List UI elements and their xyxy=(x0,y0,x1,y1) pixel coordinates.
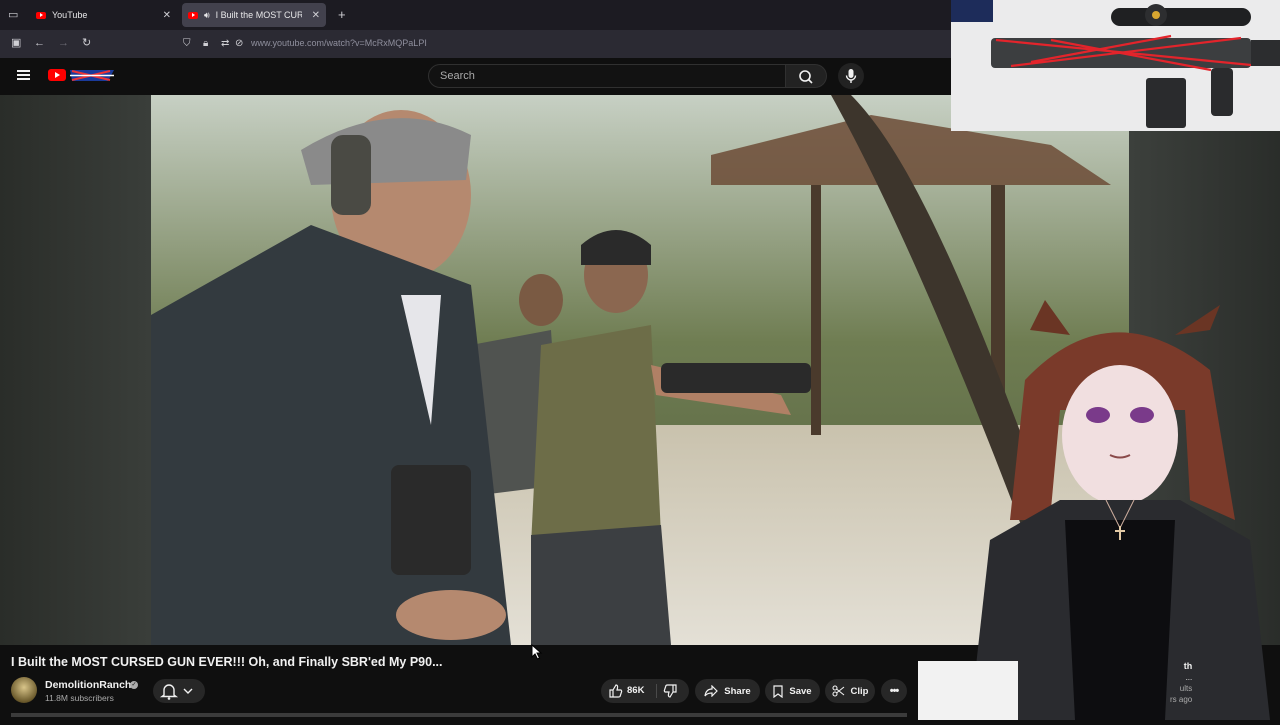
reload-icon[interactable]: ↻ xyxy=(82,38,91,49)
recommended-title-ellipsis: ... xyxy=(1185,673,1193,682)
clip-icon xyxy=(831,685,844,697)
browser-nav-bar: ▣ ← → ↻ ⛉ 🔒︎ ⇄ ⊘ xyxy=(0,30,951,58)
lock-icon[interactable]: 🔒︎ xyxy=(203,38,208,49)
search-input[interactable]: Search xyxy=(428,64,786,88)
save-button[interactable]: Save xyxy=(765,679,820,703)
video-title: I Built the MOST CURSED GUN EVER!!! Oh, … xyxy=(11,655,443,669)
clip-button[interactable]: Clip xyxy=(825,679,875,703)
tab-label: I Built the MOST CURSED G xyxy=(215,10,302,20)
more-actions-button[interactable]: ••• xyxy=(881,679,907,703)
like-dislike-group: 86K xyxy=(601,679,689,703)
verified-icon: ✓ xyxy=(130,681,138,689)
tab-label: YouTube xyxy=(52,10,88,20)
tab-video[interactable]: 🔊︎ I Built the MOST CURSED G ✕ xyxy=(182,3,326,27)
recommended-title-fragment: th xyxy=(1183,661,1193,671)
mic-icon xyxy=(845,69,857,83)
bell-icon xyxy=(159,684,193,700)
permissions-icon[interactable]: ⇄ xyxy=(221,38,229,49)
channel-name[interactable]: DemolitionRanch xyxy=(45,679,131,691)
recommended-age-fragment: rs ago xyxy=(1170,695,1193,704)
new-tab-button[interactable]: + xyxy=(338,8,346,21)
share-label: Share xyxy=(724,685,751,697)
like-divider xyxy=(656,684,657,698)
dislike-button[interactable] xyxy=(663,684,677,701)
recommended-meta[interactable]: th ... ults rs ago xyxy=(1170,661,1192,705)
shield-icon[interactable]: ⛉ xyxy=(183,38,191,49)
share-icon xyxy=(704,685,719,697)
vtuber-avatar-overlay xyxy=(950,300,1280,720)
back-icon[interactable]: ← xyxy=(34,38,45,49)
gun-camera-overlay xyxy=(951,0,1280,131)
close-tab-icon[interactable]: ✕ xyxy=(163,10,171,21)
tab-list-icon[interactable]: ▭ xyxy=(8,10,18,21)
menu-icon[interactable] xyxy=(17,70,30,80)
recommended-channel-fragment: ults xyxy=(1179,684,1193,693)
search-icon xyxy=(799,70,813,84)
more-icon: ••• xyxy=(889,685,900,697)
rifle-image xyxy=(951,0,1280,131)
tab-youtube[interactable]: YouTube ✕ xyxy=(30,3,177,27)
search-button[interactable] xyxy=(786,64,827,88)
url-field[interactable]: www.youtube.com/watch?v=McRxMQPaLPI xyxy=(251,38,427,48)
video-ambient-left xyxy=(0,95,151,645)
chevron-down-icon xyxy=(183,688,193,694)
youtube-favicon-icon xyxy=(36,11,46,19)
youtube-logo[interactable] xyxy=(48,68,114,82)
sidebar-toggle-icon[interactable]: ▣ xyxy=(11,38,21,49)
tracking-icon[interactable]: ⊘ xyxy=(235,38,243,49)
youtube-favicon-icon xyxy=(188,11,198,19)
clip-label: Clip xyxy=(850,685,869,697)
comments-divider xyxy=(11,713,907,717)
recommended-thumbnail[interactable] xyxy=(918,661,1018,720)
forward-icon[interactable]: → xyxy=(58,38,69,49)
share-button[interactable]: Share xyxy=(695,679,760,703)
save-label: Save xyxy=(789,685,812,697)
subscriber-count: 11.8M subscribers xyxy=(45,693,114,703)
save-icon xyxy=(773,684,784,698)
speaker-icon[interactable]: 🔊︎ xyxy=(204,10,210,21)
dislike-icon xyxy=(663,684,677,698)
like-count: 86K xyxy=(627,685,645,696)
vtuber-character xyxy=(970,300,1270,720)
channel-avatar[interactable] xyxy=(11,677,37,703)
mouse-cursor-icon xyxy=(531,644,543,660)
browser-tab-bar: ▭ YouTube ✕ 🔊︎ I Built the MOST CURSED G… xyxy=(0,0,951,30)
close-tab-icon[interactable]: ✕ xyxy=(312,10,320,21)
notification-button[interactable] xyxy=(153,679,205,703)
voice-search-button[interactable] xyxy=(838,63,864,89)
